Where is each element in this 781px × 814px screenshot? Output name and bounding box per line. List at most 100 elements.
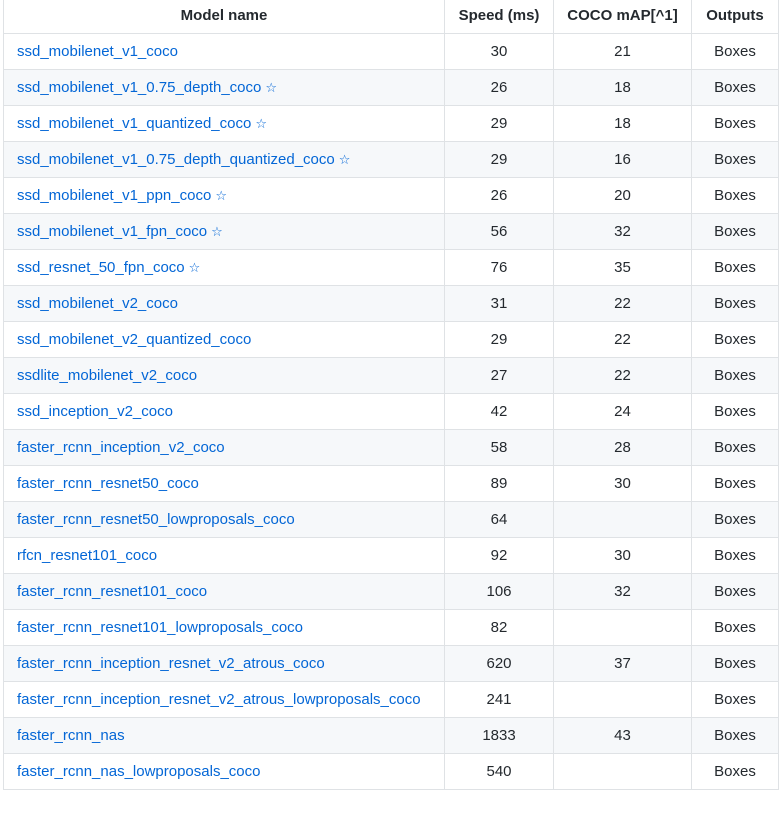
table-row: faster_rcnn_resnet50_lowproposals_coco 64…: [3, 501, 779, 538]
star-outline-icon: ☆: [215, 189, 227, 204]
model-link[interactable]: faster_rcnn_resnet50_lowproposals_coco: [17, 511, 295, 528]
speed-cell: 29: [444, 321, 554, 358]
model-name-cell: faster_rcnn_resnet101_lowproposals_coco: [3, 609, 445, 646]
model-link[interactable]: faster_rcnn_nas: [17, 727, 125, 744]
model-zoo-table-container: Model name Speed (ms) COCO mAP[^1] Outpu…: [0, 0, 781, 814]
table-row: ssd_mobilenet_v2_quantized_coco 29 22 Boxes: [3, 321, 779, 358]
model-name-cell: ssd_mobilenet_v1_0.75_depth_coco ☆: [3, 69, 445, 106]
model-name-cell: faster_rcnn_resnet101_coco: [3, 573, 445, 610]
coco-map-cell: 43: [553, 717, 692, 754]
outputs-cell: Boxes: [691, 141, 779, 178]
outputs-cell: Boxes: [691, 357, 779, 394]
model-name-cell: faster_rcnn_inception_resnet_v2_atrous_c…: [3, 645, 445, 682]
model-name-cell: ssd_mobilenet_v1_coco: [3, 33, 445, 70]
model-link[interactable]: ssd_mobilenet_v1_quantized_coco: [17, 115, 251, 132]
table-row: ssd_resnet_50_fpn_coco ☆ 76 35 Boxes: [3, 249, 779, 286]
speed-cell: 29: [444, 141, 554, 178]
table-row: faster_rcnn_nas_lowproposals_coco 540 Boxe…: [3, 753, 779, 790]
model-link[interactable]: ssd_mobilenet_v1_fpn_coco: [17, 223, 207, 240]
table-body: ssd_mobilenet_v1_coco 30 21 Boxes ssd_mobile…: [3, 33, 779, 790]
speed-cell: 92: [444, 537, 554, 574]
model-name-cell: faster_rcnn_resnet50_coco: [3, 465, 445, 502]
table-row: ssd_mobilenet_v1_quantized_coco ☆ 29 18 Boxe…: [3, 105, 779, 142]
table-row: faster_rcnn_nas 1833 43 Boxes: [3, 717, 779, 754]
model-name-cell: ssd_mobilenet_v1_fpn_coco ☆: [3, 213, 445, 250]
model-name-cell: ssdlite_mobilenet_v2_coco: [3, 357, 445, 394]
speed-cell: 26: [444, 69, 554, 106]
star-outline-icon: ☆: [188, 261, 201, 276]
model-name-cell: faster_rcnn_inception_resnet_v2_atrous_l…: [3, 681, 445, 718]
model-name-cell: ssd_mobilenet_v1_ppn_coco ☆: [3, 177, 445, 214]
model-name-cell: faster_rcnn_resnet50_lowproposals_coco: [3, 501, 445, 538]
model-link[interactable]: ssd_mobilenet_v2_coco: [17, 295, 178, 312]
table-row: faster_rcnn_inception_resnet_v2_atrous_c…: [3, 645, 779, 682]
model-link[interactable]: ssd_resnet_50_fpn_coco: [17, 259, 185, 276]
outputs-cell: Boxes: [691, 753, 779, 790]
table-row: faster_rcnn_resnet101_lowproposals_coco 8…: [3, 609, 779, 646]
outputs-cell: Boxes: [691, 645, 779, 682]
model-name-cell: faster_rcnn_inception_v2_coco: [3, 429, 445, 466]
outputs-cell: Boxes: [691, 609, 779, 646]
coco-map-cell: 37: [553, 645, 692, 682]
header-coco-map: COCO mAP[^1]: [553, 0, 692, 34]
speed-cell: 620: [444, 645, 554, 682]
coco-map-cell: 32: [553, 573, 692, 610]
outputs-cell: Boxes: [691, 393, 779, 430]
table-row: rfcn_resnet101_coco 92 30 Boxes: [3, 537, 779, 574]
model-link[interactable]: faster_rcnn_nas_lowproposals_coco: [17, 763, 260, 780]
outputs-cell: Boxes: [691, 69, 779, 106]
coco-map-cell: 18: [553, 105, 692, 142]
coco-map-cell: 16: [553, 141, 692, 178]
table-row: ssd_mobilenet_v1_0.75_depth_quantized_co…: [3, 141, 779, 178]
model-link[interactable]: ssd_mobilenet_v1_0.75_depth_quantized_co…: [17, 151, 335, 168]
star-outline-icon: ☆: [265, 81, 278, 96]
speed-cell: 56: [444, 213, 554, 250]
speed-cell: 82: [444, 609, 554, 646]
table-header: Model name Speed (ms) COCO mAP[^1] Outpu…: [3, 0, 779, 34]
coco-map-cell: 28: [553, 429, 692, 466]
model-name-cell: ssd_mobilenet_v2_quantized_coco: [3, 321, 445, 358]
model-link[interactable]: faster_rcnn_resnet50_coco: [17, 475, 199, 492]
model-link[interactable]: rfcn_resnet101_coco: [17, 547, 157, 564]
model-zoo-table: Model name Speed (ms) COCO mAP[^1] Outpu…: [3, 0, 779, 790]
table-row: faster_rcnn_resnet101_coco 106 32 Boxes: [3, 573, 779, 610]
coco-map-cell: 35: [553, 249, 692, 286]
model-link[interactable]: ssd_mobilenet_v2_quantized_coco: [17, 331, 251, 348]
model-name-cell: ssd_resnet_50_fpn_coco ☆: [3, 249, 445, 286]
model-name-cell: rfcn_resnet101_coco: [3, 537, 445, 574]
outputs-cell: Boxes: [691, 213, 779, 250]
model-link[interactable]: ssd_inception_v2_coco: [17, 403, 173, 420]
model-link[interactable]: ssd_mobilenet_v1_coco: [17, 43, 178, 60]
speed-cell: 30: [444, 33, 554, 70]
coco-map-cell: [553, 681, 692, 718]
table-row: ssdlite_mobilenet_v2_coco 27 22 Boxes: [3, 357, 779, 394]
outputs-cell: Boxes: [691, 717, 779, 754]
model-link[interactable]: faster_rcnn_resnet101_lowproposals_coco: [17, 619, 303, 636]
model-link[interactable]: faster_rcnn_inception_resnet_v2_atrous_c…: [17, 655, 325, 672]
table-row: ssd_mobilenet_v1_coco 30 21 Boxes: [3, 33, 779, 70]
model-link[interactable]: ssd_mobilenet_v1_0.75_depth_coco: [17, 79, 261, 96]
model-link[interactable]: ssd_mobilenet_v1_ppn_coco: [17, 187, 211, 204]
speed-cell: 540: [444, 753, 554, 790]
model-link[interactable]: faster_rcnn_inception_resnet_v2_atrous_l…: [17, 691, 421, 708]
outputs-cell: Boxes: [691, 285, 779, 322]
star-outline-icon: ☆: [255, 117, 267, 132]
table-row: ssd_mobilenet_v1_ppn_coco ☆ 26 20 Boxes: [3, 177, 779, 214]
coco-map-cell: 30: [553, 465, 692, 502]
speed-cell: 76: [444, 249, 554, 286]
model-name-cell: ssd_mobilenet_v2_coco: [3, 285, 445, 322]
outputs-cell: Boxes: [691, 249, 779, 286]
outputs-cell: Boxes: [691, 177, 779, 214]
model-link[interactable]: ssdlite_mobilenet_v2_coco: [17, 367, 197, 384]
speed-cell: 29: [444, 105, 554, 142]
model-link[interactable]: faster_rcnn_resnet101_coco: [17, 583, 207, 600]
speed-cell: 1833: [444, 717, 554, 754]
header-outputs: Outputs: [691, 0, 779, 34]
model-link[interactable]: faster_rcnn_inception_v2_coco: [17, 439, 225, 456]
coco-map-cell: 22: [553, 285, 692, 322]
speed-cell: 26: [444, 177, 554, 214]
coco-map-cell: [553, 609, 692, 646]
model-name-cell: faster_rcnn_nas_lowproposals_coco: [3, 753, 445, 790]
header-speed: Speed (ms): [444, 0, 554, 34]
speed-cell: 27: [444, 357, 554, 394]
